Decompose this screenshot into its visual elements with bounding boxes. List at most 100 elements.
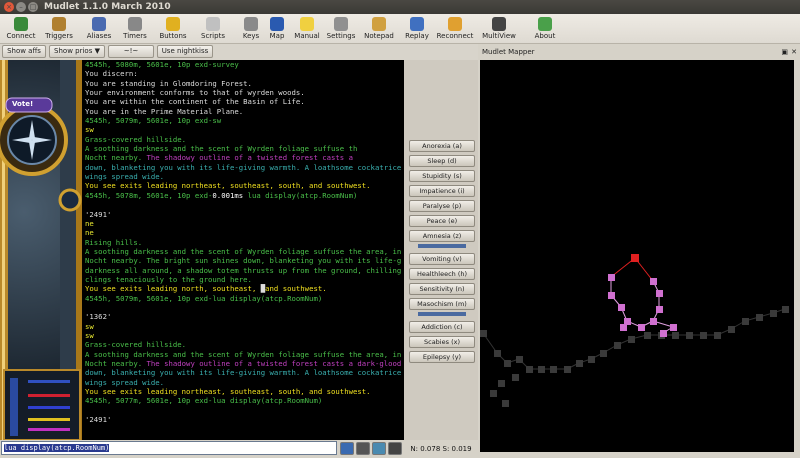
affliction-button[interactable]: Sleep (d) xyxy=(409,155,475,167)
console-text: ne xyxy=(85,228,94,238)
console-text: sw xyxy=(85,125,94,135)
map-room xyxy=(656,306,663,313)
map-view[interactable] xyxy=(480,60,794,452)
toolbar-replay-button[interactable]: Replay xyxy=(398,15,436,43)
affliction-button[interactable]: Addiction (c) xyxy=(409,321,475,333)
show-affs-button[interactable]: Show affs xyxy=(2,45,46,58)
keys-icon xyxy=(244,17,258,31)
search-icon[interactable] xyxy=(372,442,386,455)
show-prios-button[interactable]: Show prios ▼ xyxy=(49,45,105,58)
command-text: lua display(atcp.RoomNum) xyxy=(4,444,110,452)
log-icon[interactable] xyxy=(356,442,370,455)
use-nightkiss-button[interactable]: Use nightkiss xyxy=(157,45,213,58)
current-room-marker xyxy=(631,254,639,262)
affliction-button[interactable]: Scabies (x) xyxy=(409,336,475,348)
toolbar-notepad-button[interactable]: Notepad xyxy=(360,15,398,43)
vote-label[interactable]: Vote! xyxy=(12,100,33,108)
info-icon[interactable] xyxy=(340,442,354,455)
console-line: 4545h, 5078m, 5601e, 10p exd-0.001ms lua… xyxy=(85,191,404,200)
main-console[interactable]: 4545h, 5080m, 5601e, 10p exd-survey You d… xyxy=(82,60,404,440)
toolbar-scripts-button[interactable]: Scripts xyxy=(194,15,232,43)
toolbar-label: Notepad xyxy=(364,32,394,40)
toolbar-buttons-button[interactable]: Buttons xyxy=(154,15,192,43)
lock-icon[interactable] xyxy=(388,442,402,455)
affliction-button[interactable]: Healthleech (h) xyxy=(409,268,475,280)
command-input[interactable]: lua display(atcp.RoomNum) xyxy=(1,441,337,455)
toolbar-label: Timers xyxy=(123,32,147,40)
map-room xyxy=(620,324,627,331)
map-room xyxy=(564,366,571,373)
toolbar-manual-button[interactable]: Manual xyxy=(288,15,326,43)
arrow-button[interactable]: ~!~ xyxy=(108,45,154,58)
map-room xyxy=(624,318,631,325)
button-bar: Show affs Show prios ▼ ~!~ Use nightkiss xyxy=(0,44,478,60)
affliction-button[interactable]: Impatience (i) xyxy=(409,185,475,197)
console-line: Grass-covered hillside. xyxy=(85,135,404,144)
console-text: '2491' xyxy=(85,209,112,219)
notepad-icon xyxy=(372,17,386,31)
toolbar-timers-button[interactable]: Timers xyxy=(116,15,154,43)
close-mapper-icon[interactable]: ✕ xyxy=(791,44,797,60)
console-line: Nocht nearby. The bright sun shines down… xyxy=(85,256,404,265)
console-text: Grass-covered hillside. xyxy=(85,340,187,350)
map-room xyxy=(502,400,509,407)
affliction-button[interactable]: Paralyse (p) xyxy=(409,200,475,212)
affliction-separator xyxy=(418,244,466,248)
console-text: You are within the continent of the Basi… xyxy=(85,97,305,107)
console-text: wings spread wide. xyxy=(85,377,165,387)
console-text: down, blanketing you with its life-givin… xyxy=(85,368,402,378)
console-line: darkness all around, a shadow totem thru… xyxy=(85,266,404,275)
map-room xyxy=(628,336,635,343)
minimize-window-icon[interactable]: – xyxy=(16,2,26,12)
toolbar-triggers-button[interactable]: Triggers xyxy=(40,15,78,43)
toolbar-label: Triggers xyxy=(45,32,73,40)
console-text: darkness all around, a shadow totem thru… xyxy=(85,265,402,275)
toolbar-connect-button[interactable]: Connect xyxy=(2,15,40,43)
console-text: You see exits leading north, southeast, xyxy=(85,284,261,294)
affliction-button[interactable]: Peace (e) xyxy=(409,215,475,227)
map-room xyxy=(614,342,621,349)
toolbar-reconnect-button[interactable]: Reconnect xyxy=(436,15,474,43)
toolbar-label: Aliases xyxy=(86,32,112,40)
console-line: A soothing darkness and the scent of Wyr… xyxy=(85,247,404,256)
toolbar-label: Keys xyxy=(242,32,260,40)
affliction-button[interactable]: Stupidity (s) xyxy=(409,170,475,182)
console-line: You see exits leading north, southeast, … xyxy=(85,284,404,293)
map-canvas[interactable] xyxy=(480,60,794,452)
console-text: A soothing darkness and the scent of Wyr… xyxy=(85,144,358,154)
toolbar-settings-button[interactable]: Settings xyxy=(322,15,360,43)
console-line: You are within the continent of the Basi… xyxy=(85,97,404,106)
maximize-window-icon[interactable]: □ xyxy=(28,2,38,12)
close-window-icon[interactable]: × xyxy=(4,2,14,12)
main-toolbar: Connect Triggers Aliases Timers Buttons Scrip… xyxy=(0,14,800,44)
affliction-button[interactable]: Anorexia (a) xyxy=(409,140,475,152)
float-icon[interactable]: ▣ xyxy=(781,44,788,60)
affliction-button[interactable]: Amnesia (z) xyxy=(409,230,475,242)
reconnect-icon xyxy=(448,17,462,31)
affliction-button[interactable]: Masochism (m) xyxy=(409,298,475,310)
console-line: You see exits leading northeast, southea… xyxy=(85,181,404,190)
map-room xyxy=(728,326,735,333)
toolbar-label: Reconnect xyxy=(436,32,474,40)
affliction-button[interactable]: Sensitivity (n) xyxy=(409,283,475,295)
show-prios-label: Show prios xyxy=(54,47,93,55)
console-line: Grass-covered hillside. xyxy=(85,340,404,349)
console-text: A soothing darkness and the scent of Wyr… xyxy=(85,246,402,256)
status-panel-graphic xyxy=(0,60,82,441)
status-panel: Vote! xyxy=(0,60,82,441)
toolbar-about-button[interactable]: About xyxy=(526,15,564,43)
map-room xyxy=(608,274,615,281)
affliction-button[interactable]: Vomiting (v) xyxy=(409,253,475,265)
affliction-separator xyxy=(418,312,466,316)
toolbar-aliases-button[interactable]: Aliases xyxy=(80,15,118,43)
toolbar-multiview-button[interactable]: MultiView xyxy=(480,15,518,43)
affliction-button[interactable]: Epilepsy (y) xyxy=(409,351,475,363)
connect-icon xyxy=(14,17,28,31)
console-text: You are in the Prime Material Plane. xyxy=(85,106,244,116)
console-text: 4545h, 5079m, 5601e, 10p exd-sw xyxy=(85,116,222,126)
settings-icon xyxy=(334,17,348,31)
console-line: down, blanketing you with its life-givin… xyxy=(85,163,404,172)
scripts-icon xyxy=(206,17,220,31)
console-text: You see exits leading northeast, southea… xyxy=(85,181,371,191)
